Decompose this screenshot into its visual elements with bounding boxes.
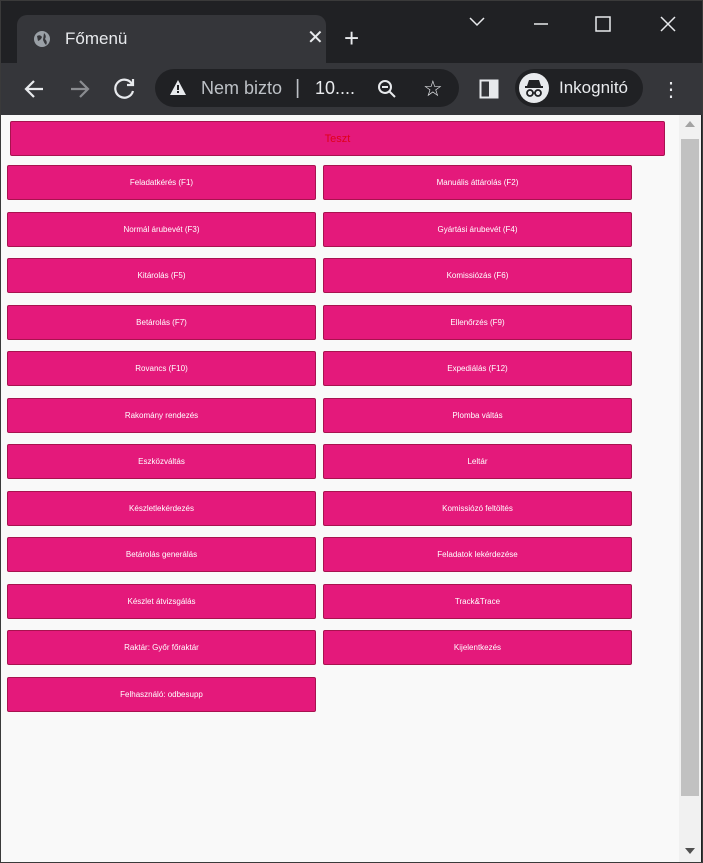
security-label[interactable]: Nem bizto — [201, 78, 282, 99]
scrollbar-thumb[interactable] — [681, 139, 699, 796]
left-menu-button-5[interactable]: Rovancs (F10) — [7, 351, 316, 386]
right-menu-button-2[interactable]: Gyártási árubevét (F4) — [323, 211, 632, 247]
right-menu-button-5[interactable]: Expediálás (F12) — [323, 351, 632, 386]
left-menu-button-11[interactable]: Raktár: Győr főraktár — [7, 630, 316, 665]
right-menu-button-7[interactable]: Leltár — [323, 444, 632, 479]
reload-icon[interactable] — [111, 75, 139, 103]
test-button[interactable]: Teszt — [10, 121, 665, 156]
left-menu-button-8[interactable]: Készletlekérdezés — [7, 490, 316, 526]
maximize-icon[interactable] — [595, 15, 611, 38]
left-menu-button-12[interactable]: Felhasználó: odbesupp — [7, 676, 316, 712]
globe-icon — [34, 31, 50, 47]
bookmark-star-icon[interactable]: ☆ — [423, 76, 443, 102]
browser-toolbar: Nem bizto | 10.... ☆ Inkognitó ⋮ — [1, 63, 702, 115]
right-menu-button-1[interactable]: Manuális áttárolás (F2) — [323, 165, 632, 200]
address-separator: | — [295, 77, 301, 99]
side-panel-icon[interactable] — [479, 79, 499, 99]
right-menu-button-4[interactable]: Ellenőrzés (F9) — [323, 304, 632, 340]
right-menu-button-3[interactable]: Komissiózás (F6) — [323, 258, 632, 293]
left-menu-button-4[interactable]: Betárolás (F7) — [7, 304, 316, 340]
tab-close-icon[interactable]: ✕ — [307, 28, 324, 48]
tab-fomenu[interactable]: Főmenü ✕ — [17, 15, 326, 63]
left-menu-button-10[interactable]: Készlet átvizsgálás — [7, 583, 316, 619]
back-arrow-icon[interactable] — [21, 75, 49, 103]
warning-icon[interactable] — [169, 79, 187, 97]
left-menu-button-1[interactable]: Feladatkérés (F1) — [7, 165, 316, 200]
incognito-label: Inkognitó — [559, 78, 628, 97]
scroll-up-icon[interactable] — [685, 121, 695, 127]
left-menu-button-3[interactable]: Kitárolás (F5) — [7, 258, 316, 293]
zoom-out-icon[interactable] — [377, 79, 397, 99]
chevron-down-icon[interactable] — [468, 11, 486, 34]
tab-strip: Főmenü ✕ + — [1, 1, 702, 63]
browser-window: Főmenü ✕ + Nem bizto | 10.... ☆ Inkognit… — [0, 0, 703, 863]
window-close-icon[interactable] — [659, 15, 677, 39]
scroll-down-icon[interactable] — [685, 848, 695, 854]
menu-kebab-icon[interactable]: ⋮ — [661, 77, 681, 102]
right-menu-button-11[interactable]: Kijelentkezés — [323, 630, 632, 665]
right-menu-button-8[interactable]: Komissiózó feltöltés — [323, 490, 632, 526]
left-menu-button-6[interactable]: Rakomány rendezés — [7, 397, 316, 433]
address-bar[interactable]: Nem bizto | 10.... ☆ — [155, 69, 459, 107]
left-menu-button-9[interactable]: Betárolás generálás — [7, 537, 316, 572]
incognito-profile-button[interactable]: Inkognitó — [515, 69, 643, 107]
scrollbar[interactable] — [679, 115, 701, 862]
incognito-icon — [519, 73, 549, 103]
page-content: Teszt Feladatkérés (F1) Normál árubevét (… — [1, 115, 679, 862]
right-menu-button-6[interactable]: Plomba váltás — [323, 397, 632, 433]
right-menu-button-10[interactable]: Track&Trace — [323, 583, 632, 619]
new-tab-button[interactable]: + — [344, 25, 359, 51]
url-text[interactable]: 10.... — [315, 78, 355, 99]
tab-title: Főmenü — [65, 29, 128, 48]
left-menu-button-2[interactable]: Normál árubevét (F3) — [7, 211, 316, 247]
right-menu-button-9[interactable]: Feladatok lekérdezése — [323, 537, 632, 572]
left-menu-button-7[interactable]: Eszközváltás — [7, 444, 316, 479]
minimize-icon[interactable] — [533, 13, 549, 36]
forward-arrow-icon[interactable] — [65, 75, 93, 103]
